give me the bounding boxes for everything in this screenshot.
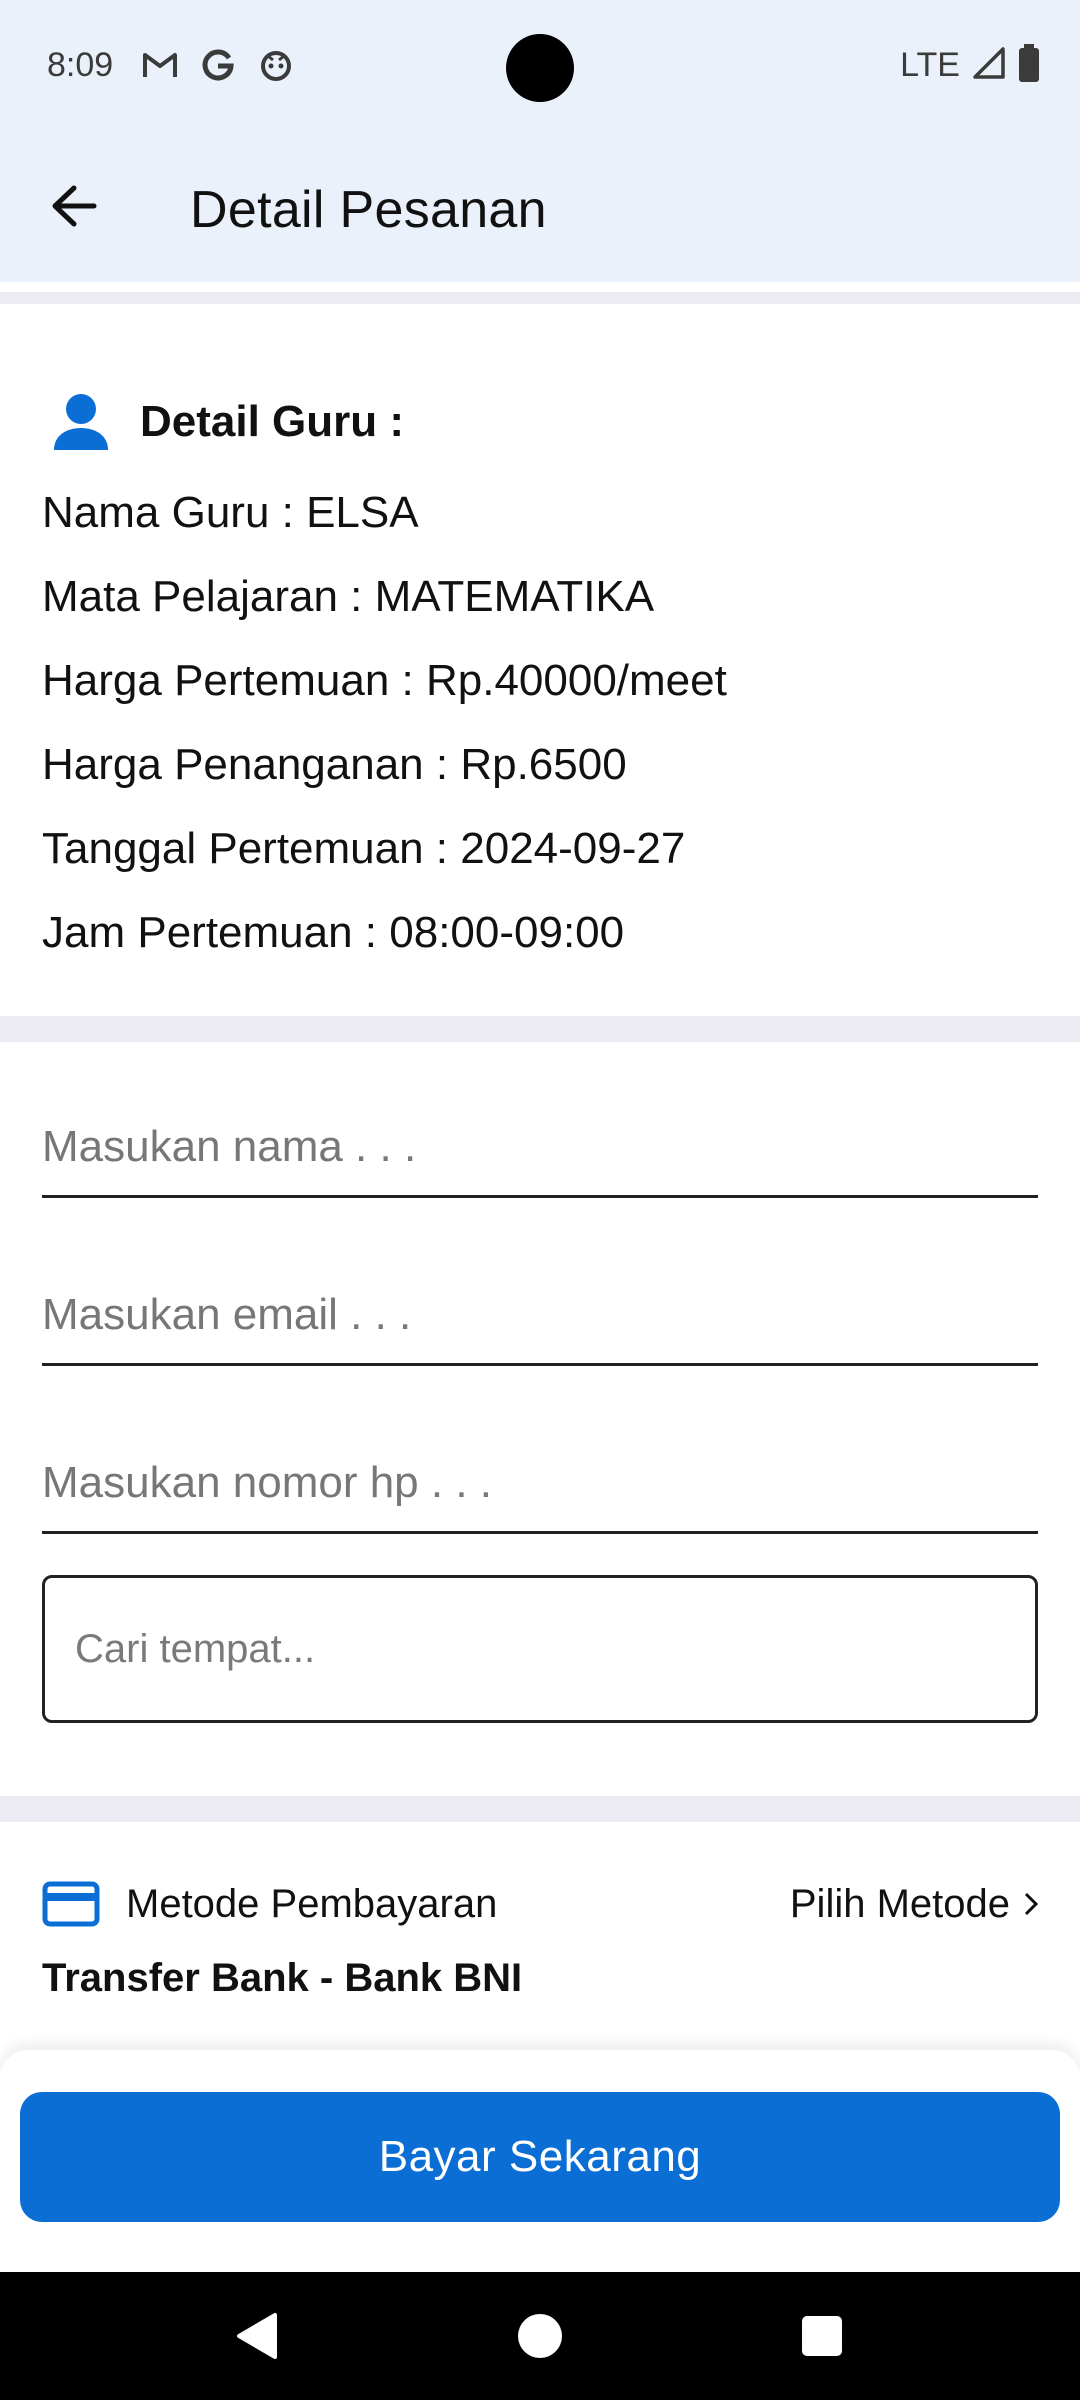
back-button[interactable] <box>40 172 108 240</box>
nav-back-button[interactable] <box>222 2302 290 2370</box>
google-icon <box>199 46 237 84</box>
divider <box>0 1016 1080 1042</box>
page-title: Detail Pesanan <box>190 181 547 239</box>
status-time: 8:09 <box>47 46 114 84</box>
nav-home-button[interactable] <box>506 2302 574 2370</box>
meeting-time: Jam Pertemuan : 08:00-09:00 <box>42 908 625 957</box>
credit-card-icon <box>42 1881 100 1927</box>
teacher-section-title: Detail Guru : <box>140 397 405 446</box>
nav-recents-button[interactable] <box>788 2302 856 2370</box>
payment-method-label: Metode Pembayaran <box>126 1881 498 1926</box>
screen: 8:09 LTE Detail Pesanan Detail Guru: Na… <box>0 0 1080 2400</box>
subject: Mata Pelajaran : MATEMATIKA <box>42 572 655 621</box>
app-bar: Detail Pesanan <box>0 140 1080 282</box>
battery-icon <box>1018 44 1040 87</box>
chevron-right-icon <box>1024 1892 1038 1916</box>
payment-method-row: Metode Pembayaran Pilih Metode <box>42 1876 1038 1932</box>
person-icon <box>54 394 108 450</box>
divider <box>0 292 1080 304</box>
app-icon <box>257 46 295 84</box>
signal-icon <box>972 46 1006 85</box>
status-right: LTE <box>900 44 1040 87</box>
choose-method-label: Pilih Metode <box>789 1881 1010 1926</box>
network-type: LTE <box>900 46 960 84</box>
bottom-action-bar: Bayar Sekarang <box>0 2050 1080 2272</box>
choose-method-button[interactable]: Pilih Metode <box>790 1882 1038 1927</box>
place-search-input[interactable] <box>42 1575 1038 1723</box>
triangle-back-icon <box>237 2313 277 2359</box>
gmail-icon <box>141 46 179 84</box>
camera-cutout <box>506 34 574 102</box>
teacher-section-header: Detail Guru : <box>52 392 404 452</box>
top-bar: 8:09 LTE Detail Pesanan <box>0 0 1080 282</box>
meeting-price: Harga Pertemuan : Rp.40000/meet <box>42 656 727 705</box>
divider <box>0 1796 1080 1822</box>
name-input[interactable] <box>42 1098 1038 1198</box>
notification-icons <box>141 46 295 84</box>
teacher-name: Nama Guru : ELSA <box>42 488 419 537</box>
selected-payment-method: Transfer Bank - Bank BNI <box>42 1956 523 2000</box>
pay-now-button[interactable]: Bayar Sekarang <box>20 2092 1060 2222</box>
circle-home-icon <box>518 2314 562 2358</box>
email-input[interactable] <box>42 1266 1038 1366</box>
system-nav-bar <box>0 2272 1080 2400</box>
phone-input[interactable] <box>42 1434 1038 1534</box>
square-recents-icon <box>802 2316 842 2356</box>
handling-fee: Harga Penanganan : Rp.6500 <box>42 740 627 789</box>
status-bar: 8:09 LTE <box>0 0 1080 136</box>
meeting-date: Tanggal Pertemuan : 2024-09-27 <box>42 824 686 873</box>
arrow-left-icon <box>52 185 97 227</box>
